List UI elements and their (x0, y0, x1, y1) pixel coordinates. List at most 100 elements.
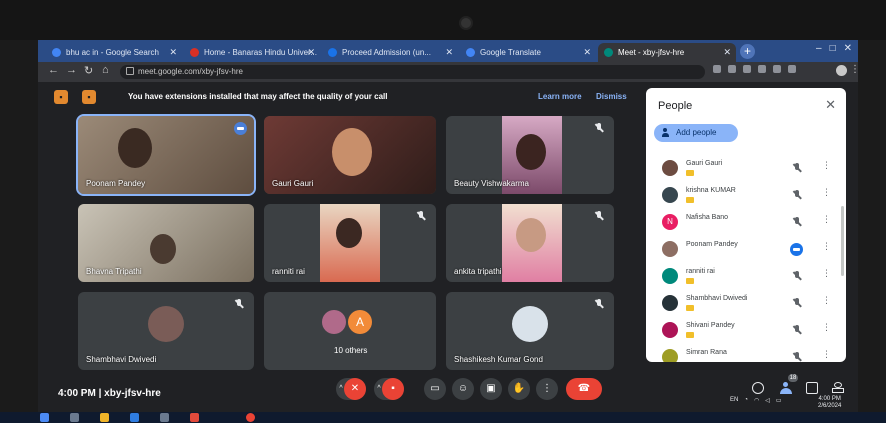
file-explorer-icon[interactable] (100, 413, 109, 422)
volume-icon[interactable]: ◁ (765, 397, 770, 404)
browser-tab-google-search[interactable]: bhu ac in - Google Search ✕ (46, 43, 182, 62)
start-icon[interactable] (40, 413, 49, 422)
extensions-puzzle-icon[interactable] (773, 65, 781, 73)
people-icon[interactable] (780, 382, 792, 394)
home-icon[interactable]: ⌂ (102, 64, 109, 76)
participant-row[interactable]: ranniti rai ⋮ (646, 264, 846, 288)
browser-tab-translate[interactable]: Google Translate ✕ (460, 43, 596, 62)
more-vert-icon[interactable]: ⋮ (822, 268, 831, 279)
side-panel-icon[interactable] (788, 65, 796, 73)
browser-toolbar: ← → ↻ ⌂ meet.google.com/xby-jfsv-hre ⋮ (38, 62, 858, 82)
search-icon[interactable] (70, 413, 79, 422)
maximize-button[interactable]: □ (830, 43, 836, 54)
close-icon[interactable]: ✕ (445, 43, 453, 62)
people-panel-scrollbar[interactable] (841, 206, 844, 276)
host-badge-icon (686, 305, 694, 311)
participant-row[interactable]: Gauri Gauri ⋮ (646, 156, 846, 180)
participant-row[interactable]: Shambhavi Dwivedi ⋮ (646, 291, 846, 315)
more-vert-icon[interactable]: ⋮ (822, 295, 831, 306)
battery-icon[interactable]: ▭ (776, 397, 782, 404)
webcam-icon (459, 16, 473, 30)
meeting-info-icon[interactable] (752, 382, 764, 394)
more-options-button[interactable]: ⋮ (536, 378, 558, 400)
participant-row[interactable]: krishna KUMAR ⋮ (646, 183, 846, 207)
browser-tab-meet[interactable]: Meet - xby-jfsv-hre ✕ (598, 43, 736, 62)
video-tile[interactable]: Gauri Gauri (264, 116, 436, 194)
captions-icon: ▭ (430, 383, 440, 394)
browser-tab-bhu-home[interactable]: Home - Banaras Hindu Univer... ✕ (184, 43, 320, 62)
tab-label: Google Translate (480, 48, 541, 57)
forward-arrow-icon[interactable]: → (66, 64, 77, 76)
mic-toggle-button[interactable]: ✕ ^ (336, 378, 366, 400)
video-tile[interactable]: Bhavna Tripathi (78, 204, 254, 282)
add-people-button[interactable]: Add people (654, 124, 738, 142)
more-vert-icon[interactable]: ⋮ (822, 241, 831, 252)
close-icon[interactable]: ✕ (723, 43, 731, 62)
google-lens-icon[interactable] (728, 65, 736, 73)
share-icon[interactable] (743, 65, 751, 73)
participant-row[interactable]: Simran Rana ⋮ (646, 345, 846, 362)
new-tab-button[interactable]: + (740, 44, 755, 59)
close-icon[interactable]: ✕ (583, 43, 591, 62)
more-vert-icon[interactable]: ⋮ (822, 214, 831, 225)
profile-avatar-icon[interactable] (836, 65, 847, 76)
leave-call-button[interactable]: ☎ (566, 378, 602, 400)
close-window-button[interactable]: ✕ (844, 43, 852, 54)
mic-off-icon (594, 123, 604, 133)
wifi-icon[interactable]: ◠ (754, 397, 759, 404)
video-tile[interactable]: ranniti rai (264, 204, 436, 282)
present-button[interactable]: ▣ (480, 378, 502, 400)
participant-name: Shivani Pandey (686, 322, 735, 329)
address-bar[interactable]: meet.google.com/xby-jfsv-hre (120, 65, 705, 79)
participant-row[interactable]: Poonam Pandey ⋮ (646, 237, 846, 261)
chat-icon[interactable] (806, 382, 818, 394)
dismiss-button[interactable]: Dismiss (596, 92, 627, 101)
video-tile[interactable]: ankita tripathi (446, 204, 614, 282)
participant-row[interactable]: Shivani Pandey ⋮ (646, 318, 846, 342)
captions-button[interactable]: ▭ (424, 378, 446, 400)
browser-menu-icon[interactable]: ⋮ (850, 64, 858, 75)
others-tile[interactable]: A 10 others (264, 292, 436, 370)
taskbar-clock[interactable]: 4:00 PM 2/6/2024 (818, 396, 841, 410)
language-indicator[interactable]: EN (730, 397, 738, 404)
participant-name: ranniti rai (686, 268, 715, 275)
participant-name: Beauty Vishwakarma (454, 179, 529, 188)
more-vert-icon[interactable]: ⋮ (822, 349, 831, 360)
reactions-button[interactable]: ☺ (452, 378, 474, 400)
windows-taskbar (0, 412, 886, 423)
extension-icon: ▪ (82, 90, 96, 104)
video-tile[interactable]: Shashikesh Kumar Gond (446, 292, 614, 370)
network-icon[interactable]: ◔ (744, 397, 748, 404)
camera-toggle-button[interactable]: ▪ ^ (374, 378, 404, 400)
bookmark-star-icon[interactable] (758, 65, 766, 73)
host-badge-icon (686, 170, 694, 176)
camera-indicator-icon[interactable] (713, 65, 721, 73)
more-vert-icon[interactable]: ⋮ (822, 160, 831, 171)
learn-more-link[interactable]: Learn more (538, 92, 582, 101)
more-vert-icon: ⋮ (542, 383, 552, 394)
meeting-details: 4:00 PM | xby-jfsv-hre (58, 388, 161, 399)
close-icon[interactable]: ✕ (169, 43, 177, 62)
reload-icon[interactable]: ↻ (84, 64, 93, 77)
participant-avatar-letter: A (348, 310, 372, 334)
video-tile[interactable]: Shambhavi Dwivedi (78, 292, 254, 370)
video-tile[interactable]: Poonam Pandey (76, 114, 256, 196)
chrome-icon[interactable] (246, 413, 255, 422)
participant-row[interactable]: N Nafisha Bano ⋮ (646, 210, 846, 234)
app-icon[interactable] (160, 413, 169, 422)
more-vert-icon[interactable]: ⋮ (822, 322, 831, 333)
browser-tab-admission[interactable]: Proceed Admission (un... ✕ (322, 43, 458, 62)
chrome-icon[interactable] (190, 413, 199, 422)
back-arrow-icon[interactable]: ← (48, 64, 59, 76)
extension-icons (713, 65, 796, 73)
minimize-button[interactable]: – (816, 43, 822, 54)
close-icon[interactable]: ✕ (307, 43, 315, 62)
video-tile[interactable]: Beauty Vishwakarma (446, 116, 614, 194)
activities-icon[interactable] (832, 382, 844, 394)
edge-icon[interactable] (130, 413, 139, 422)
meeting-code: xby-jfsv-hre (104, 388, 161, 399)
more-vert-icon[interactable]: ⋮ (822, 187, 831, 198)
raise-hand-button[interactable]: ✋ (508, 378, 530, 400)
close-icon[interactable]: ✕ (825, 97, 836, 113)
participant-avatar (662, 187, 678, 203)
